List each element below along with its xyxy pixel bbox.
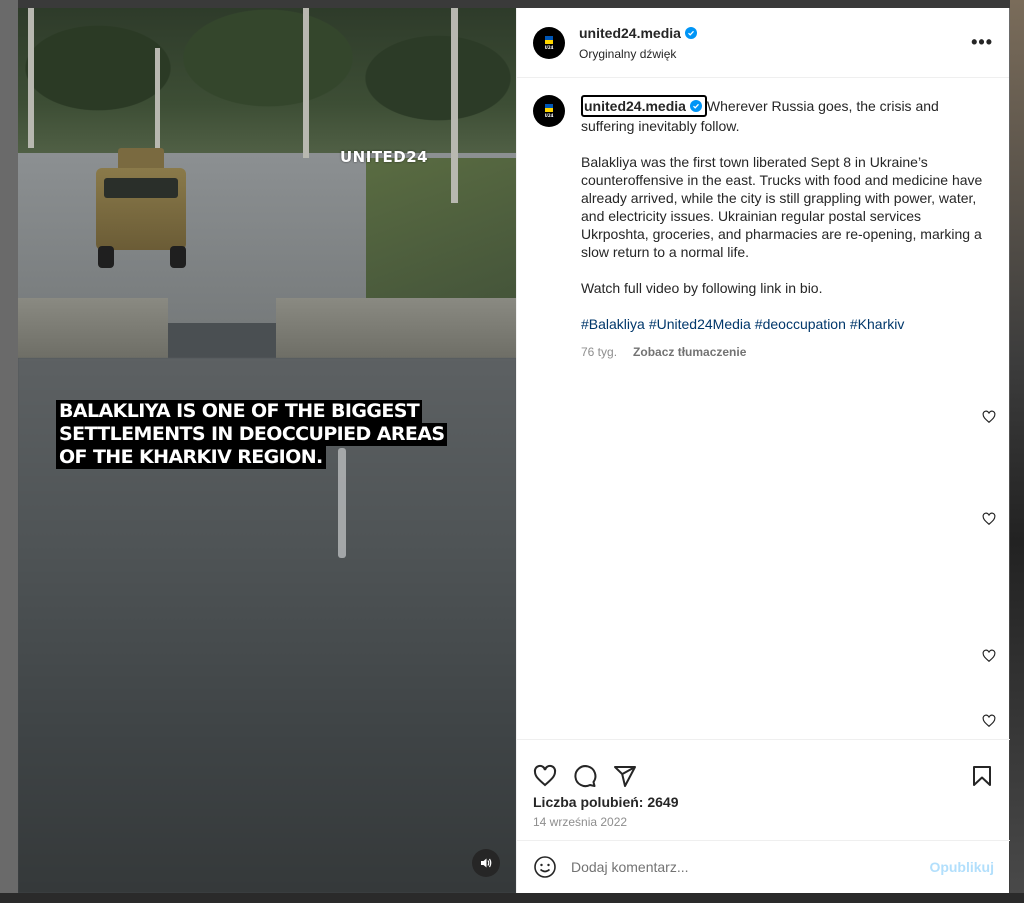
video-caption-line: OF THE KHARKIV REGION. (56, 446, 326, 469)
comment-bubble-icon[interactable] (573, 764, 597, 788)
scene-pole (28, 8, 34, 148)
bookmark-icon[interactable] (970, 764, 994, 788)
scene-pole (303, 8, 309, 158)
comment-input[interactable] (571, 859, 930, 875)
backdrop-right (1010, 0, 1024, 903)
header-username[interactable]: united24.media (579, 25, 681, 41)
post-side-panel: U24 united24.media Oryginalny dźwięk ••• (516, 8, 1010, 893)
emoji-icon[interactable] (533, 855, 557, 879)
likes-count[interactable]: Liczba polubień: 2649 (533, 794, 678, 810)
avatar[interactable]: U24 (533, 26, 565, 59)
caption-paragraph: Watch full video by following link in bi… (581, 280, 823, 296)
mute-button[interactable] (472, 849, 500, 877)
comment-like-heart-icon[interactable] (982, 512, 996, 526)
hashtag-link[interactable]: #deoccupation (755, 316, 846, 332)
audio-label[interactable]: Oryginalny dźwięk (579, 47, 971, 61)
backdrop-top (0, 0, 1024, 8)
hashtags: #Balakliya #United24Media #deoccupation #Kh… (581, 315, 986, 333)
scene-vehicle (86, 148, 192, 268)
add-comment-bar: Opublikuj (517, 840, 1010, 893)
caption-username: united24.media (584, 98, 686, 114)
scene-trees (18, 8, 516, 158)
post-date[interactable]: 14 września 2022 (533, 815, 627, 829)
comments-area: U24 united24.media Wherever Russia goes,… (517, 79, 1010, 739)
caption-username-link[interactable]: united24.media (581, 95, 707, 117)
comment-like-heart-icon[interactable] (982, 649, 996, 663)
video-watermark: UNITED24 (340, 148, 429, 166)
caption-avatar[interactable]: U24 (533, 95, 565, 127)
flag-icon (545, 35, 553, 44)
scene-pole (155, 48, 160, 158)
caption-paragraph: Balakliya was the first town liberated S… (581, 154, 983, 260)
video-caption: BALAKLIYA IS ONE OF THE BIGGEST SETTLEME… (56, 400, 476, 469)
post-caption: U24 united24.media Wherever Russia goes,… (533, 95, 994, 361)
video-caption-line: BALAKLIYA IS ONE OF THE BIGGEST (56, 400, 423, 423)
verified-badge-icon (684, 26, 697, 39)
comment-like-heart-icon[interactable] (982, 410, 996, 424)
backdrop-left (0, 0, 18, 903)
scene-pole (451, 8, 458, 203)
hashtag-link[interactable]: #Kharkiv (850, 316, 904, 332)
comment-like-heart-icon[interactable] (982, 714, 996, 728)
scene-concrete-blocks (18, 298, 516, 358)
speaker-icon (481, 858, 492, 868)
post-actions (517, 739, 1010, 799)
avatar-logo-text: U24 (544, 44, 554, 50)
post-modal: UNITED24 BALAKLIYA IS ONE OF THE BIGGEST… (18, 8, 1010, 893)
publish-button[interactable]: Opublikuj (929, 859, 994, 875)
video-caption-line: SETTLEMENTS IN DEOCCUPIED AREAS (56, 423, 448, 446)
avatar-logo-text: U24 (544, 113, 554, 118)
backdrop-bottom (0, 893, 1024, 903)
hashtag-link[interactable]: #United24Media (649, 316, 751, 332)
post-video[interactable]: UNITED24 BALAKLIYA IS ONE OF THE BIGGEST… (18, 8, 516, 893)
verified-badge-icon (689, 100, 702, 112)
flag-icon (545, 104, 553, 112)
translate-button[interactable]: Zobacz tłumaczenie (633, 343, 746, 361)
more-options-button[interactable]: ••• (971, 32, 993, 53)
post-header: U24 united24.media Oryginalny dźwięk ••• (517, 8, 1009, 78)
scene-verge (366, 158, 516, 298)
post-age[interactable]: 76 tyg. (581, 343, 617, 361)
hashtag-link[interactable]: #Balakliya (581, 316, 645, 332)
share-paper-plane-icon[interactable] (613, 764, 637, 788)
like-heart-icon[interactable] (533, 764, 557, 788)
